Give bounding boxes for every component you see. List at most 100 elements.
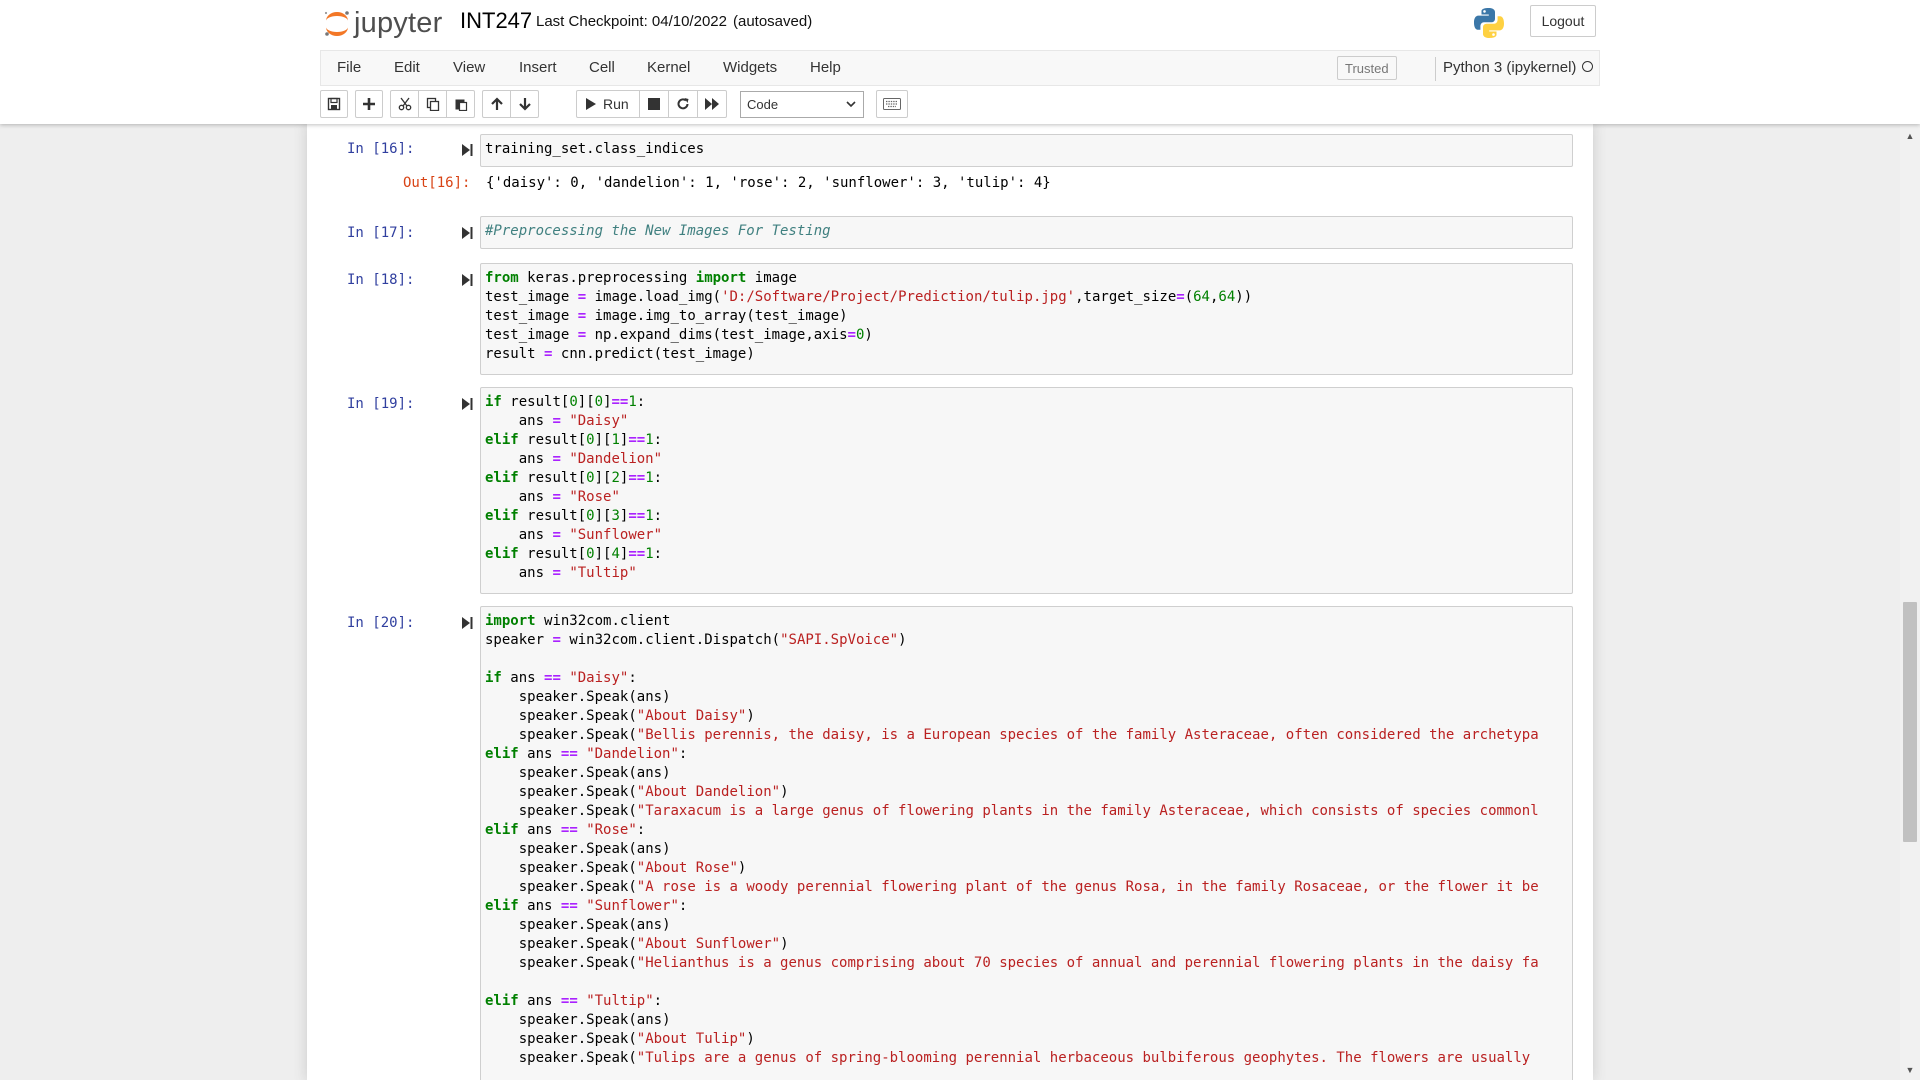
code-line: speaker.Speak("Tulips are a genus of spr…	[518, 1050, 1539, 1066]
restart-icon	[677, 98, 689, 110]
menu-kernel[interactable]: Kernel	[647, 59, 690, 76]
arrow-up-icon	[490, 97, 503, 110]
plus-icon	[363, 98, 375, 110]
code-line: ans = "Tultip"	[518, 565, 637, 581]
menu-file[interactable]: File	[337, 59, 361, 76]
collapse-icon[interactable]	[461, 273, 473, 287]
code-editor[interactable]: from keras.preprocessing import image tes…	[481, 264, 1572, 368]
collapse-icon[interactable]	[461, 143, 473, 157]
arrow-down-icon	[518, 98, 531, 111]
insert-cell-button[interactable]	[355, 90, 383, 118]
input-prompt: In [16]:	[347, 141, 415, 157]
output-prompt: Out[16]:	[403, 175, 471, 191]
code-line: elif ans == "Dandelion":	[485, 746, 688, 762]
collapse-icon[interactable]	[461, 616, 473, 630]
input-prompt: In [20]:	[347, 615, 415, 631]
menu-cell[interactable]: Cell	[589, 59, 615, 76]
restart-run-all-button[interactable]	[697, 90, 727, 118]
input-prompt: In [18]:	[347, 272, 415, 288]
menu-view[interactable]: View	[453, 59, 485, 76]
code-line: import win32com.client	[485, 613, 671, 629]
code-line: ans = "Sunflower"	[518, 527, 663, 543]
code-editor[interactable]: training_set.class_indices	[481, 135, 1572, 163]
paste-button[interactable]	[446, 90, 475, 118]
collapse-icon[interactable]	[461, 226, 473, 240]
code-line: elif result[0][2]==1:	[485, 470, 663, 486]
kernel-divider	[1435, 57, 1436, 81]
code-line: speaker.Speak("Bellis perennis, the dais…	[518, 727, 1539, 743]
kernel-name[interactable]: Python 3 (ipykernel)	[1443, 59, 1576, 76]
run-icon	[586, 98, 596, 110]
jupyter-logo[interactable]: jupyter	[322, 6, 442, 40]
menu-widgets[interactable]: Widgets	[723, 59, 777, 76]
save-button[interactable]	[320, 90, 348, 118]
interrupt-button[interactable]	[639, 90, 669, 118]
stop-icon	[648, 98, 660, 110]
move-down-button[interactable]	[510, 90, 539, 118]
code-line: speaker.Speak("A rose is a woody perenni…	[518, 879, 1539, 895]
code-line: test_image = image.img_to_array(test_ima…	[485, 308, 848, 324]
cell-output: {'daisy': 0, 'dandelion': 1, 'rose': 2, …	[486, 175, 1051, 191]
header-row: jupyter INT247 Last Checkpoint: 04/10/20…	[316, 0, 1598, 50]
copy-icon	[426, 97, 439, 111]
checkpoint-status: Last Checkpoint: 04/10/2022 (autosaved)	[536, 13, 812, 30]
fast-forward-icon	[705, 98, 719, 110]
code-line: elif ans == "Tultip":	[485, 993, 663, 1009]
move-up-button[interactable]	[482, 90, 511, 118]
cut-button[interactable]	[390, 90, 419, 118]
page-scrollbar[interactable]: ▲ ▼	[1900, 124, 1920, 1080]
code-line: elif result[0][1]==1:	[485, 432, 663, 448]
cell-input[interactable]: import win32com.client speaker = win32com…	[480, 606, 1573, 1080]
code-cell[interactable]: In [16]: training_set.class_indices Out[…	[307, 134, 1593, 224]
code-cell[interactable]: In [19]: if result[0][0]==1: ans = "Dais…	[307, 387, 1593, 595]
cell-type-select[interactable]: Code	[740, 91, 864, 118]
code-line: test_image = np.expand_dims(test_image,a…	[485, 327, 873, 343]
trusted-indicator[interactable]: Trusted	[1337, 56, 1397, 80]
notebook-header: jupyter INT247 Last Checkpoint: 04/10/20…	[0, 0, 1920, 124]
notebook-name[interactable]: INT247	[460, 8, 532, 34]
cut-icon	[398, 97, 411, 111]
code-line: speaker.Speak(ans)	[518, 765, 671, 781]
code-line: elif result[0][4]==1:	[485, 546, 663, 562]
menu-edit[interactable]: Edit	[394, 59, 420, 76]
code-line: elif result[0][3]==1:	[485, 508, 663, 524]
scrollbar-thumb[interactable]	[1903, 602, 1917, 842]
menu-help[interactable]: Help	[810, 59, 841, 76]
code-cell[interactable]: In [17]: #Preprocessing the New Images F…	[307, 216, 1593, 252]
copy-button[interactable]	[418, 90, 447, 118]
cell-input[interactable]: from keras.preprocessing import image tes…	[480, 263, 1573, 375]
code-line: speaker.Speak("About Tulip")	[518, 1031, 755, 1047]
cell-input[interactable]: training_set.class_indices	[480, 134, 1573, 167]
code-line: speaker.Speak(ans)	[518, 841, 671, 857]
collapse-icon[interactable]	[461, 397, 473, 411]
code-editor[interactable]: #Preprocessing the New Images For Testin…	[481, 217, 1572, 245]
restart-button[interactable]	[668, 90, 698, 118]
kernel-status-icon	[1582, 61, 1593, 72]
toolbar: Run Code	[320, 90, 1600, 120]
code-cell[interactable]: In [20]: import win32com.client speaker =…	[307, 606, 1593, 1080]
cell-input[interactable]: if result[0][0]==1: ans = "Daisy" elif re…	[480, 387, 1573, 594]
code-line: if ans == "Daisy":	[485, 670, 637, 686]
autosave-status: (autosaved)	[732, 13, 813, 30]
menu-insert[interactable]: Insert	[519, 59, 557, 76]
code-cell[interactable]: In [18]: from keras.preprocessing import…	[307, 263, 1593, 375]
scroll-up-icon[interactable]: ▲	[1900, 128, 1920, 144]
cell-input[interactable]: #Preprocessing the New Images For Testin…	[480, 216, 1573, 249]
checkpoint-text: Last Checkpoint: 04/10/2022	[536, 13, 727, 30]
run-button[interactable]: Run	[576, 90, 640, 118]
code-editor[interactable]: import win32com.client speaker = win32com…	[481, 607, 1572, 1072]
code-line: ans = "Daisy"	[518, 413, 629, 429]
jupyter-logo-text: jupyter	[354, 6, 443, 39]
logout-button[interactable]: Logout	[1530, 5, 1596, 37]
notebook-container: In [16]: training_set.class_indices Out[…	[307, 124, 1593, 1080]
command-palette-button[interactable]	[876, 90, 908, 118]
code-line: speaker = win32com.client.Dispatch("SAPI…	[485, 632, 907, 648]
code-line: elif ans == "Sunflower":	[485, 898, 688, 914]
scroll-down-icon[interactable]: ▼	[1900, 1062, 1920, 1078]
code-line: speaker.Speak(ans)	[518, 917, 671, 933]
input-prompt: In [17]:	[347, 225, 415, 241]
chevron-down-icon	[846, 101, 856, 108]
code-line: speaker.Speak("Helianthus is a genus com…	[518, 955, 1539, 971]
code-editor[interactable]: if result[0][0]==1: ans = "Daisy" elif re…	[481, 388, 1572, 587]
